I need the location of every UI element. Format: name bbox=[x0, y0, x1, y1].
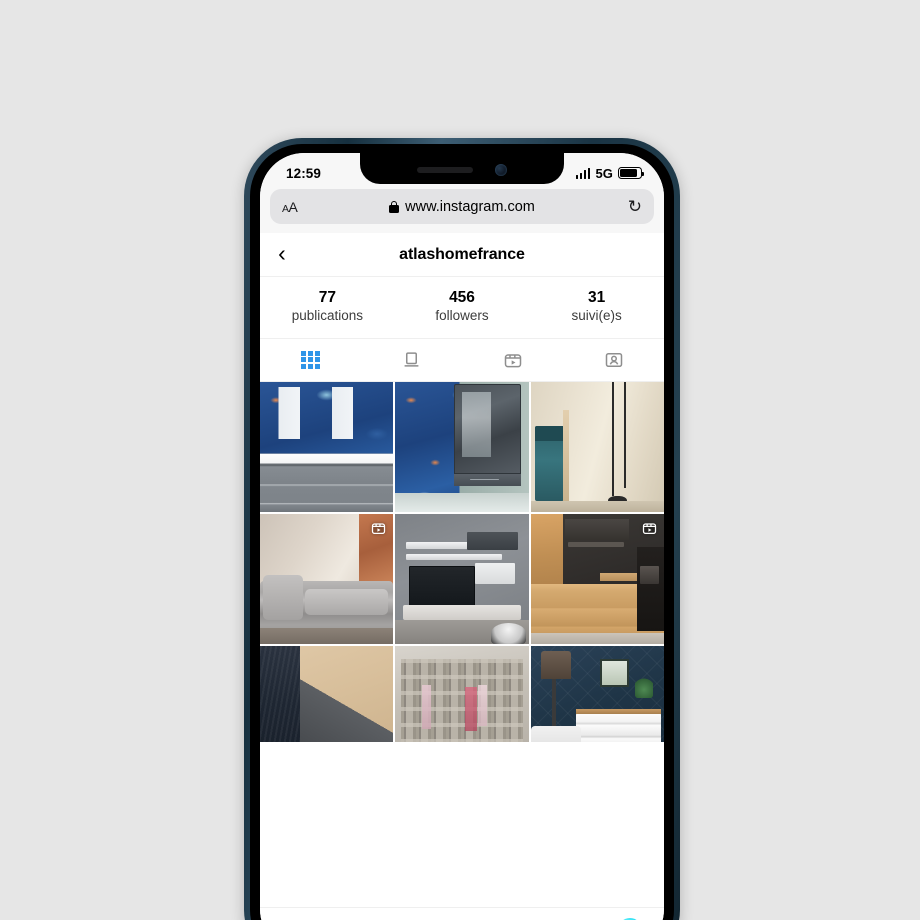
stat-value: 31 bbox=[588, 289, 606, 306]
grid-post[interactable] bbox=[260, 513, 394, 644]
earpiece-speaker bbox=[417, 167, 473, 173]
reels-tab[interactable] bbox=[462, 350, 563, 370]
grid-post[interactable] bbox=[530, 381, 664, 512]
reels-icon bbox=[372, 522, 386, 534]
back-chevron-icon[interactable]: ‹ bbox=[260, 241, 304, 268]
profile-header: ‹ atlashomefrance bbox=[260, 233, 664, 277]
screenshot-stage: 12:59 5G AAAA bbox=[0, 0, 920, 920]
front-camera bbox=[495, 164, 507, 176]
stat-label: publications bbox=[291, 308, 363, 324]
stat-label: followers bbox=[435, 308, 489, 324]
lock-icon bbox=[389, 200, 400, 213]
grid-post[interactable] bbox=[260, 645, 394, 742]
text-size-button[interactable]: AAAA bbox=[282, 199, 298, 215]
device-notch bbox=[360, 153, 564, 184]
grid-post[interactable] bbox=[395, 381, 529, 512]
device-screen: 12:59 5G AAAA bbox=[260, 153, 664, 920]
reload-icon[interactable]: ↻ bbox=[628, 198, 642, 215]
grid-post[interactable] bbox=[395, 645, 529, 742]
grid-tab[interactable] bbox=[260, 350, 361, 369]
grid-post[interactable] bbox=[530, 645, 664, 742]
tagged-tab[interactable] bbox=[563, 350, 664, 370]
signal-bars-icon bbox=[575, 167, 591, 179]
address-bar[interactable]: AAAA www.instagram.com ↻ bbox=[270, 189, 654, 224]
device-bezel: 12:59 5G AAAA bbox=[250, 144, 674, 920]
grid-post[interactable] bbox=[260, 381, 394, 512]
profile-stats: 77 publications 456 followers 31 suivi(e… bbox=[260, 277, 664, 339]
browser-toolbar: AAAA www.instagram.com ↻ bbox=[260, 187, 664, 233]
network-type-label: 5G bbox=[595, 165, 613, 181]
stat-value: 456 bbox=[449, 289, 475, 306]
grid-icon bbox=[301, 350, 320, 369]
stat-following[interactable]: 31 suivi(e)s bbox=[529, 288, 664, 326]
tagged-icon bbox=[605, 352, 622, 367]
grid-post[interactable] bbox=[395, 513, 529, 644]
reels-icon bbox=[642, 522, 657, 534]
grid-post[interactable] bbox=[530, 513, 664, 644]
page-title: atlashomefrance bbox=[399, 245, 525, 263]
url-text: www.instagram.com bbox=[405, 198, 535, 215]
status-time: 12:59 bbox=[286, 165, 322, 181]
photo-grid bbox=[260, 381, 664, 742]
profile-tab-bar bbox=[260, 338, 664, 382]
guides-icon bbox=[404, 352, 419, 367]
stat-publications[interactable]: 77 publications bbox=[260, 288, 395, 326]
reels-icon bbox=[504, 353, 521, 368]
battery-icon bbox=[618, 167, 645, 179]
stat-followers[interactable]: 456 followers bbox=[395, 288, 530, 326]
bottom-navigation-bar: 1 n bbox=[260, 907, 664, 920]
stat-value: 77 bbox=[318, 289, 336, 306]
stat-label: suivi(e)s bbox=[571, 308, 622, 324]
iphone-device-frame: 12:59 5G AAAA bbox=[244, 138, 680, 920]
guides-tab[interactable] bbox=[361, 350, 462, 369]
